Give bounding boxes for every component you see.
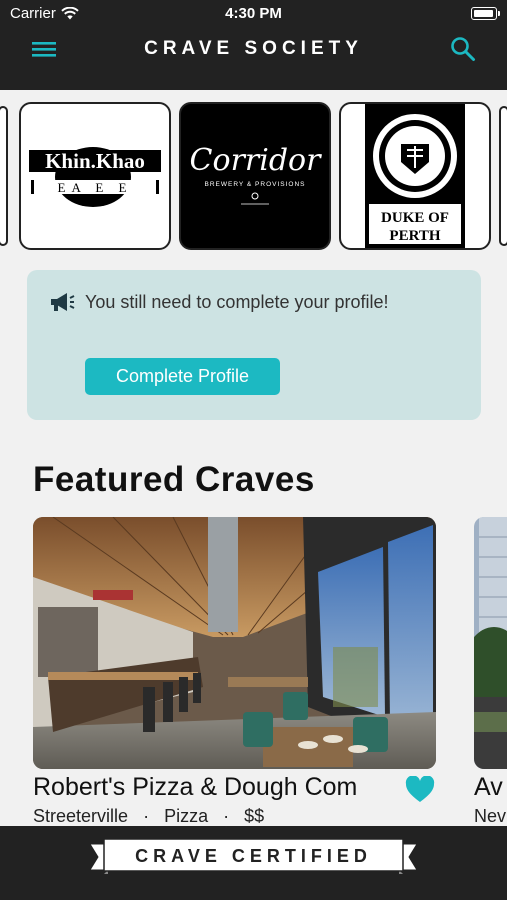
crave-certified-ribbon[interactable]: CRAVE CERTIFIED	[90, 838, 417, 874]
featured-card[interactable]: Robert's Pizza & Dough Com Streeterville…	[33, 517, 437, 827]
restaurant-price: $$	[244, 806, 265, 826]
featured-section-title: Featured Craves	[33, 460, 315, 499]
screen: Carrier 4:30 PM CRAVE SOCIETY Khin.Khao …	[0, 0, 507, 900]
restaurant-neighborhood: Nev	[474, 806, 507, 826]
restaurant-photo	[33, 517, 436, 769]
bottom-bar: CRAVE CERTIFIED	[0, 826, 507, 900]
logo-card-partial-right[interactable]	[499, 106, 507, 246]
featured-card-partial[interactable]: Av Nev	[474, 517, 507, 827]
app-header: CRAVE SOCIETY	[0, 28, 507, 70]
battery-icon	[471, 7, 500, 20]
logo-card-duke-of-perth[interactable]: DUKE OF PERTH	[339, 102, 491, 250]
megaphone-icon	[51, 293, 75, 311]
svg-text:PERTH: PERTH	[389, 228, 440, 244]
svg-text:EA E E: EA E E	[58, 180, 133, 195]
svg-text:BREWERY & PROVISIONS: BREWERY & PROVISIONS	[204, 181, 305, 188]
restaurant-meta: Streeterville · Pizza · $$	[33, 806, 264, 827]
restaurant-name: Robert's Pizza & Dough Com	[33, 773, 358, 801]
svg-text:Khin.Khao: Khin.Khao	[45, 149, 145, 173]
logo-card-khin-khao[interactable]: Khin.Khao EA E E	[19, 102, 171, 250]
app-title: CRAVE SOCIETY	[144, 38, 363, 59]
favorite-heart-icon[interactable]	[405, 775, 435, 804]
restaurant-cuisine: Pizza	[164, 806, 209, 826]
logo-card-corridor[interactable]: Corridor BREWERY & PROVISIONS	[179, 102, 331, 250]
restaurant-name: Av	[474, 773, 503, 801]
meta-separator: ·	[213, 806, 240, 826]
meta-separator: ·	[133, 806, 160, 826]
status-time: 4:30 PM	[225, 5, 282, 22]
corridor-logo: Corridor BREWERY & PROVISIONS	[190, 143, 323, 205]
profile-reminder-banner: You still need to complete your profile!…	[27, 270, 481, 420]
svg-text:DUKE OF: DUKE OF	[381, 210, 449, 226]
complete-profile-button[interactable]: Complete Profile	[85, 358, 280, 395]
profile-reminder-text: You still need to complete your profile!	[85, 292, 389, 312]
restaurant-logo-carousel[interactable]: Khin.Khao EA E E Corridor BREWERY & PROV…	[0, 100, 507, 254]
logo-card-partial-left[interactable]	[0, 106, 8, 246]
duke-of-perth-logo: DUKE OF PERTH	[365, 104, 465, 248]
crave-certified-label: CRAVE CERTIFIED	[135, 846, 372, 866]
status-bar: Carrier 4:30 PM	[0, 0, 507, 28]
khin-khao-logo: Khin.Khao EA E E	[29, 147, 161, 207]
restaurant-photo	[474, 517, 507, 769]
top-bar: Carrier 4:30 PM CRAVE SOCIETY	[0, 0, 507, 90]
svg-text:Corridor: Corridor	[190, 143, 323, 178]
search-icon[interactable]	[449, 35, 477, 63]
restaurant-neighborhood: Streeterville	[33, 806, 129, 826]
